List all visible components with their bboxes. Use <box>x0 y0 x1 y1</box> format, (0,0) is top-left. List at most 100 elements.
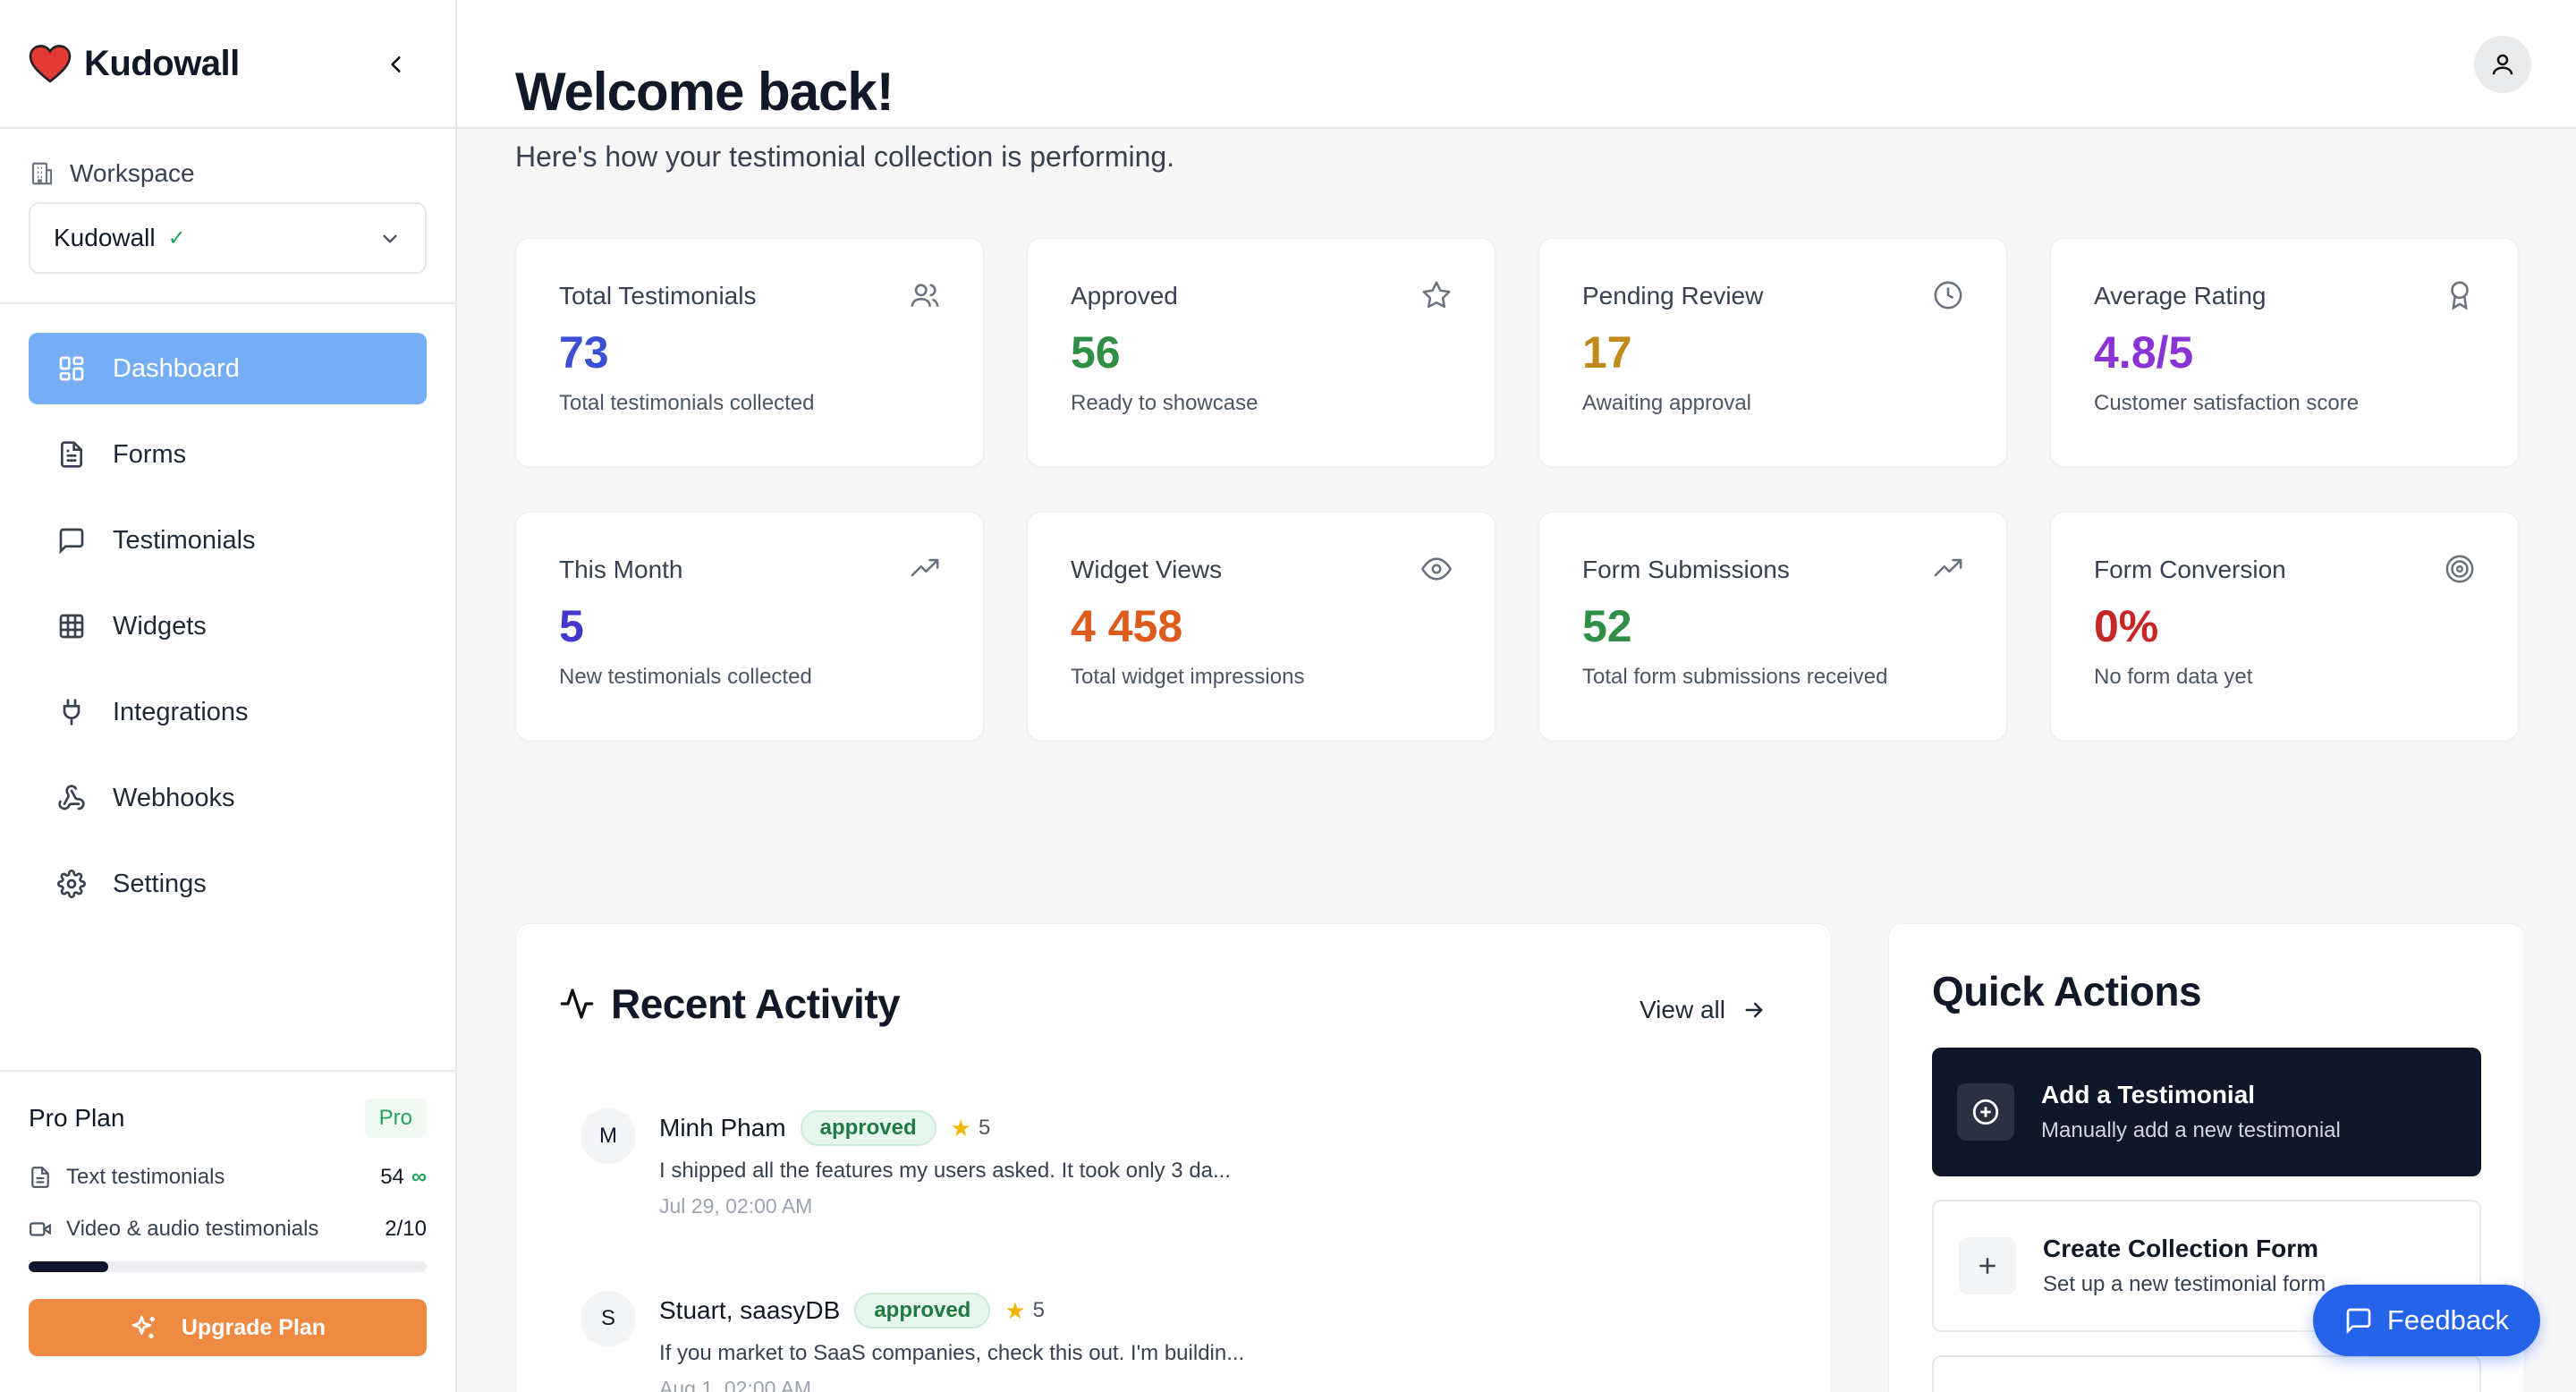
activity-icon <box>560 989 594 1019</box>
activity-time: Jul 29, 02:00 AM <box>659 1194 813 1218</box>
recent-activity-header: Recent Activity <box>559 980 901 1028</box>
quick-actions-title: Quick Actions <box>1932 968 2202 1014</box>
stat-label: Pending Review <box>1582 282 1764 310</box>
sidebar-item-webhooks[interactable]: Webhooks <box>29 762 427 834</box>
stat-value: 4.8/5 <box>2094 327 2194 378</box>
stats-grid: Total Testimonials 73 Total testimonials… <box>515 238 2519 741</box>
sidebar-item-label: Widgets <box>113 611 207 641</box>
stat-label: Average Rating <box>2094 282 2267 310</box>
sidebar-item-label: Testimonials <box>113 525 256 555</box>
clock-icon <box>1934 281 1962 310</box>
status-badge: approved <box>854 1293 991 1328</box>
sidebar-item-forms[interactable]: Forms <box>29 419 427 490</box>
workspace-select[interactable]: Kudowall ✓ <box>29 202 427 274</box>
stat-card-total: Total Testimonials 73 Total testimonials… <box>515 238 984 467</box>
quick-action-title: Add a Testimonial <box>2041 1081 2256 1108</box>
message-square-icon <box>59 528 84 555</box>
stat-card-approved: Approved 56 Ready to showcase <box>1027 238 1496 467</box>
stat-value: 4 458 <box>1071 601 1183 651</box>
stat-value: 5 <box>559 601 584 651</box>
stat-card-this-month: This Month 5 New testimonials collected <box>515 512 984 741</box>
stat-card-pending: Pending Review 17 Awaiting approval <box>1538 238 2007 467</box>
plan-header: Pro Plan Pro <box>29 1099 427 1138</box>
activity-item[interactable]: M Minh Pham approved ★ 5 I shipped all t… <box>580 1108 1231 1218</box>
quick-action-card-partial[interactable] <box>1932 1355 2481 1392</box>
webhook-icon <box>58 785 85 811</box>
sidebar-item-integrations[interactable]: Integrations <box>29 676 427 748</box>
collapse-sidebar-button[interactable] <box>377 45 416 84</box>
plan-video-label: Video & audio testimonials <box>66 1217 319 1241</box>
plan-title: Pro Plan <box>29 1104 125 1132</box>
main-area: Welcome back! Here's how your testimonia… <box>457 0 2576 1392</box>
settings-icon <box>57 870 86 898</box>
infinity-icon: ∞ <box>411 1165 427 1189</box>
chevron-left-icon <box>391 56 401 72</box>
stat-label: Form Conversion <box>2094 556 2286 583</box>
avatar: S <box>580 1291 636 1346</box>
stat-value: 52 <box>1582 601 1632 651</box>
sidebar-item-testimonials[interactable]: Testimonials <box>29 505 427 576</box>
sidebar-item-label: Webhooks <box>113 783 235 812</box>
sidebar-item-dashboard[interactable]: Dashboard <box>29 333 427 404</box>
heart-logo-icon <box>29 45 72 83</box>
stat-desc: Awaiting approval <box>1582 391 1752 415</box>
avatar: M <box>580 1108 636 1164</box>
sidebar-item-widgets[interactable]: Widgets <box>29 590 427 662</box>
feedback-button[interactable]: Feedback <box>2313 1285 2540 1356</box>
users-icon <box>911 284 939 307</box>
arrow-right-icon <box>1745 1002 1763 1018</box>
dashboard-icon <box>59 356 84 381</box>
stat-desc: New testimonials collected <box>559 665 812 689</box>
stat-card-form-submissions: Form Submissions 52 Total form submissio… <box>1538 512 2007 741</box>
target-icon <box>2445 555 2474 583</box>
user-menu-button[interactable] <box>2474 36 2531 93</box>
video-progress-bar <box>29 1261 427 1272</box>
stat-desc: No form data yet <box>2094 665 2253 689</box>
sidebar-item-label: Integrations <box>113 697 249 726</box>
activity-author: Minh Pham <box>659 1114 786 1142</box>
recent-activity-title: Recent Activity <box>611 980 901 1027</box>
upgrade-plan-button[interactable]: Upgrade Plan <box>29 1299 427 1356</box>
quick-action-desc: Set up a new testimonial form <box>2043 1272 2326 1296</box>
add-testimonial-button[interactable]: Add a Testimonial Manually add a new tes… <box>1932 1048 2481 1176</box>
activity-time: Aug 1, 02:00 AM <box>659 1377 812 1392</box>
stat-desc: Total form submissions received <box>1582 665 1888 689</box>
plug-icon <box>63 699 80 726</box>
app-root: Kudowall Workspace Kudowall ✓ Dashboard <box>0 0 2576 1392</box>
activity-top-row: Stuart, saasyDB approved ★ 5 <box>659 1293 1244 1328</box>
activity-item[interactable]: S Stuart, saasyDB approved ★ 5 If you ma… <box>580 1291 1244 1392</box>
stat-label: Total Testimonials <box>559 282 757 310</box>
stat-card-widget-views: Widget Views 4 458 Total widget impressi… <box>1027 512 1496 741</box>
plan-section: Pro Plan Pro Text testimonials 54 ∞ Vide… <box>0 1070 455 1392</box>
recent-activity-panel: Recent Activity View all M Minh Pham app… <box>515 923 1832 1392</box>
view-all-link[interactable]: View all <box>1640 996 1767 1024</box>
plan-video-row: Video & audio testimonials 2/10 <box>29 1217 427 1242</box>
award-icon <box>2451 281 2469 310</box>
page-subtitle: Here's how your testimonial collection i… <box>515 140 1175 173</box>
activity-text: I shipped all the features my users aske… <box>659 1159 1232 1183</box>
building-icon <box>31 162 53 185</box>
file-text-icon <box>31 1167 49 1188</box>
star-rating-icon: ★ <box>950 1114 971 1142</box>
workspace-label-text: Workspace <box>70 159 195 187</box>
user-icon <box>2492 54 2513 75</box>
workspace-section: Workspace Kudowall ✓ <box>0 129 455 304</box>
plan-text-row: Text testimonials 54 ∞ <box>29 1165 427 1190</box>
sidebar-item-settings[interactable]: Settings <box>29 848 427 920</box>
stat-desc: Total widget impressions <box>1071 665 1305 689</box>
trending-up-icon <box>911 558 939 577</box>
stat-value: 56 <box>1071 327 1121 378</box>
quick-action-title: Create Collection Form <box>2043 1235 2319 1262</box>
activity-top-row: Minh Pham approved ★ 5 <box>659 1110 1231 1146</box>
sidebar-nav: Dashboard Forms Testimonials Widgets Int… <box>0 304 455 920</box>
quick-action-desc: Manually add a new testimonial <box>2041 1118 2341 1142</box>
stat-desc: Ready to showcase <box>1071 391 1258 415</box>
stat-card-form-conversion: Form Conversion 0% No form data yet <box>2050 512 2519 741</box>
create-form-text: Create Collection Form Set up a new test… <box>2043 1235 2326 1297</box>
plan-text-label: Text testimonials <box>66 1165 225 1189</box>
brand-header: Kudowall <box>0 0 455 129</box>
message-square-icon <box>2346 1308 2371 1335</box>
stat-label: Widget Views <box>1071 556 1223 583</box>
workspace-label: Workspace <box>29 159 427 188</box>
page-title: Welcome back! <box>515 62 894 122</box>
